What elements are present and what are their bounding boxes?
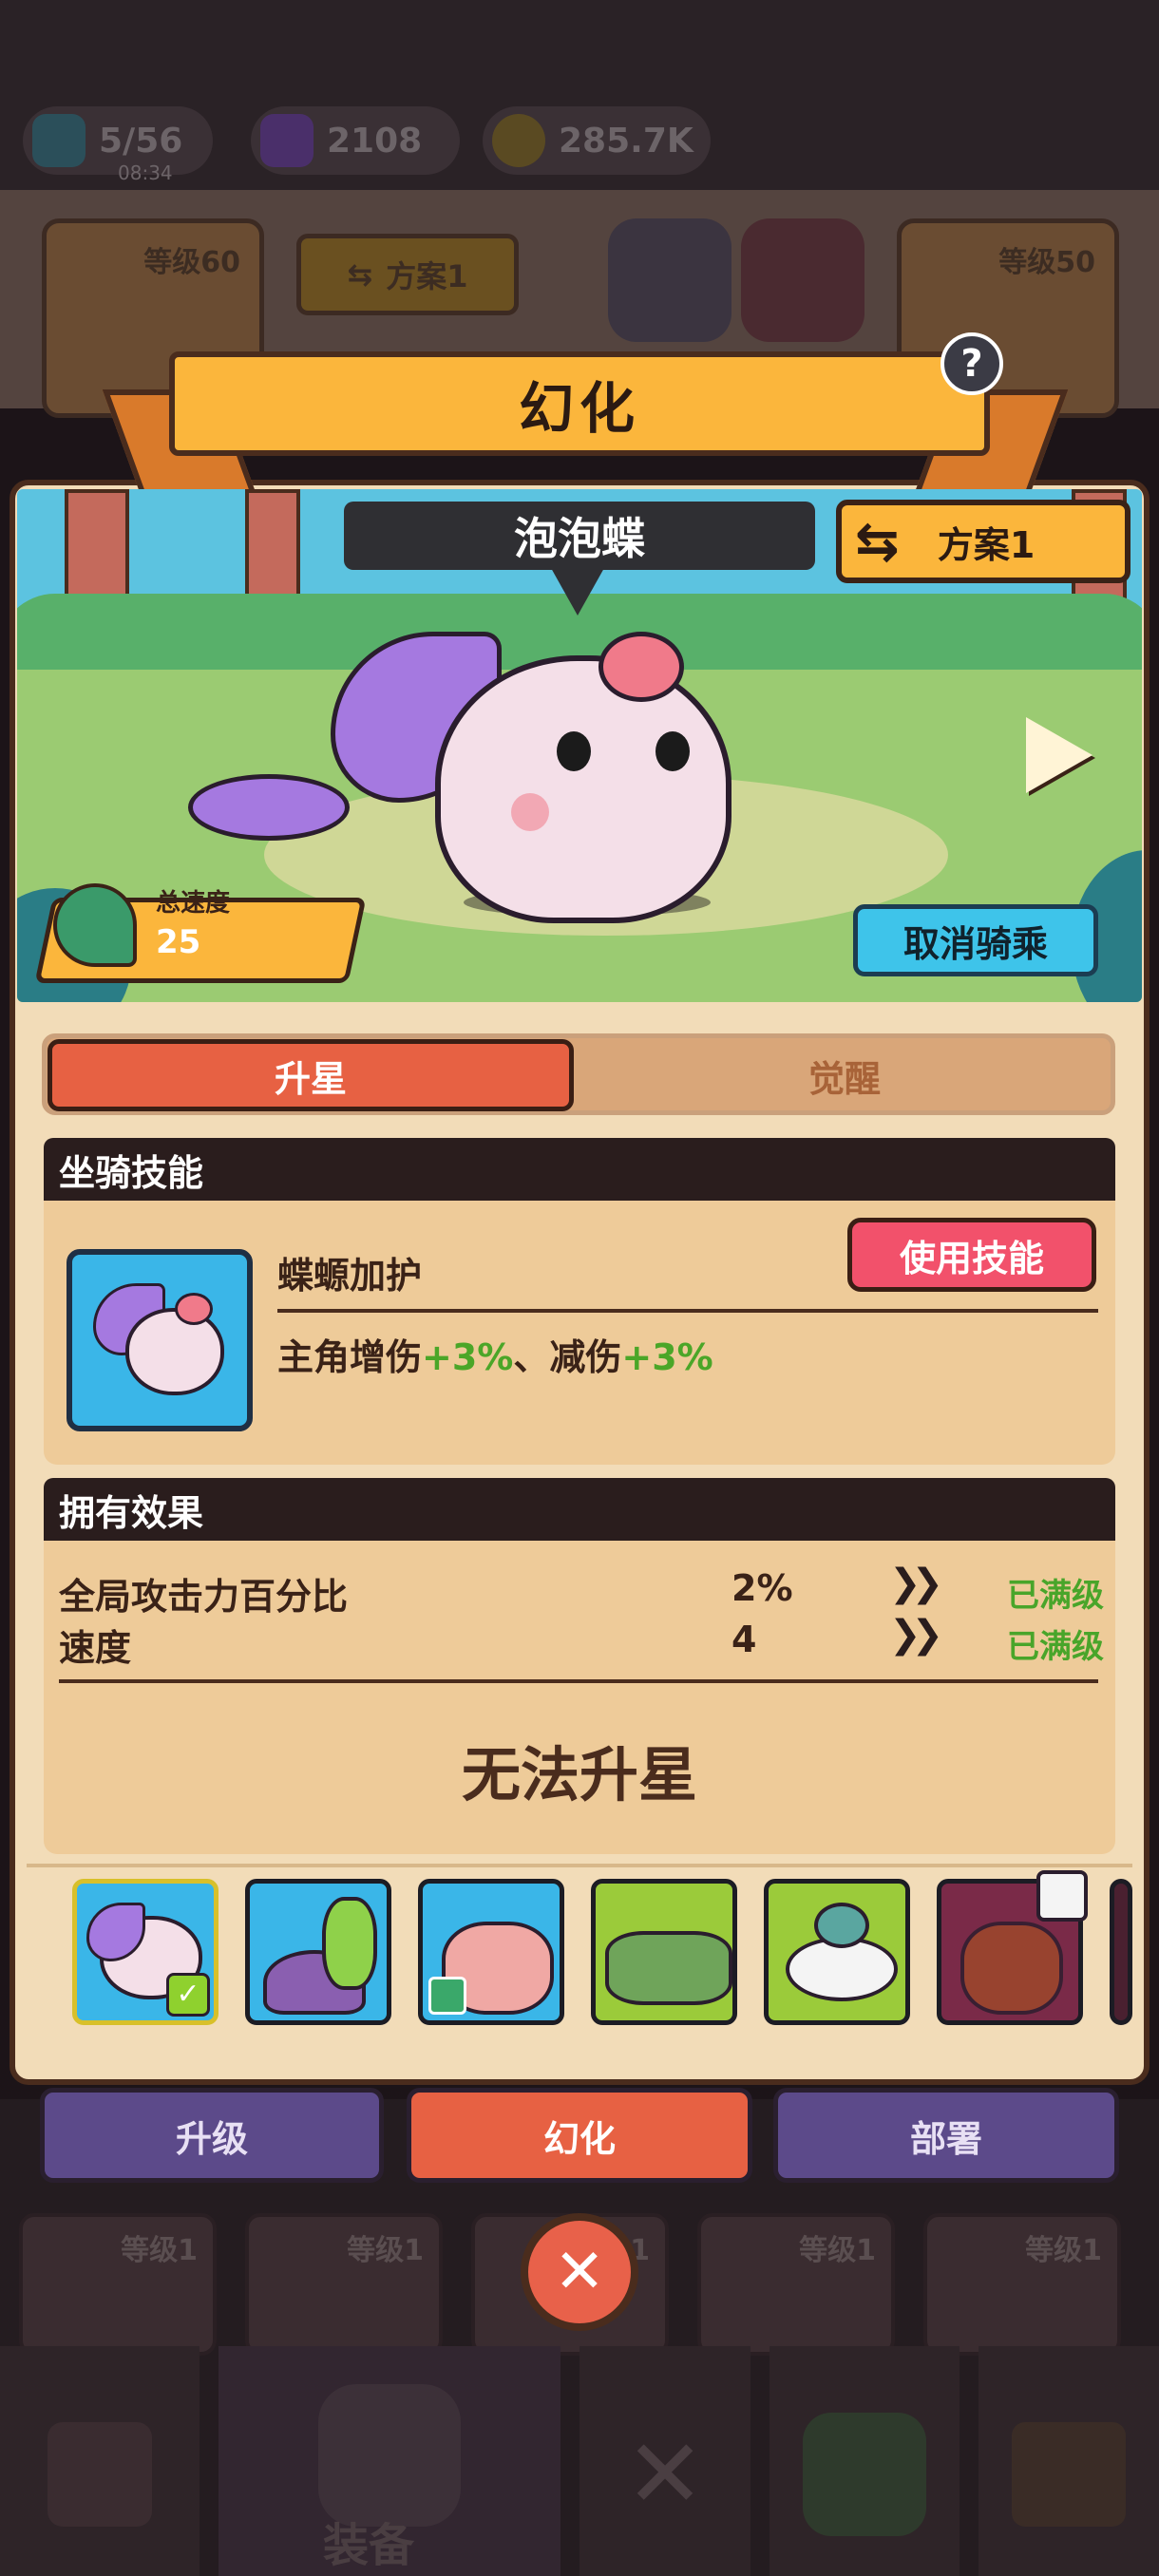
effect-name: 速度: [59, 1627, 132, 1669]
swap-icon: ⇆: [347, 256, 373, 293]
person-icon: [428, 1977, 466, 2015]
scheme-label: 方案1: [937, 523, 1036, 566]
skill-section-title: 坐骑技能: [44, 1138, 1115, 1201]
upgrade-arrow-icon: [803, 2413, 926, 2536]
nav-shop[interactable]: [0, 2346, 200, 2576]
effect-status: 已满级: [1007, 1628, 1104, 1666]
hero-avatar-1[interactable]: [608, 218, 732, 342]
double-chevron-icon: ❯❯: [889, 1613, 943, 1657]
hero-scheme-label: 方案1: [386, 258, 468, 294]
equipment-slot-4[interactable]: 等级1: [697, 2213, 895, 2356]
close-icon[interactable]: ✕: [521, 2213, 638, 2331]
mount-slot-crocodile[interactable]: [591, 1879, 737, 2025]
creature-tail: [188, 774, 350, 841]
shop-icon: [48, 2422, 152, 2527]
lock-icon: [1036, 1870, 1088, 1922]
swap-icon: ⇆: [855, 510, 900, 573]
effect-status: 已满级: [1007, 1577, 1104, 1615]
hero-avatar-2[interactable]: [741, 218, 864, 342]
equipment-slot-2[interactable]: 等级1: [245, 2213, 443, 2356]
stamina-timer: 08:34: [118, 161, 173, 184]
equipment-level: 等级1: [799, 2234, 876, 2267]
tab-transform[interactable]: 幻化: [407, 2088, 752, 2183]
mount-slot-partial[interactable]: [1110, 1879, 1132, 2025]
equipment-level: 等级1: [1025, 2234, 1102, 2267]
next-mount-arrow-icon[interactable]: [1026, 717, 1092, 793]
boot-icon: [53, 883, 137, 967]
gems-value: 2108: [327, 121, 423, 161]
creature-eye-right: [656, 731, 690, 771]
coin-icon: [492, 114, 545, 167]
name-pointer: [551, 568, 604, 616]
helmet-icon: [318, 2384, 461, 2527]
coins-counter[interactable]: 285.7K: [483, 106, 711, 175]
nav-equipment-label: 装备: [323, 2519, 415, 2572]
effect-name: 全局攻击力百分比: [59, 1576, 349, 1618]
skill-description: 主角增伤+3%、减伤+3%: [277, 1336, 713, 1378]
lightning-icon: [32, 114, 86, 167]
equipment-slot-5[interactable]: 等级1: [923, 2213, 1121, 2356]
scheme-button[interactable]: ⇆ 方案1: [836, 500, 1130, 583]
mount-slot-turtle[interactable]: [245, 1879, 391, 2025]
equipment-level: 等级1: [347, 2234, 424, 2267]
use-skill-button[interactable]: 使用技能: [847, 1218, 1096, 1292]
tab-deploy[interactable]: 部署: [773, 2088, 1119, 2183]
unmount-button[interactable]: 取消骑乘: [853, 904, 1098, 976]
creature-blush: [511, 793, 549, 831]
double-chevron-icon: ❯❯: [889, 1562, 943, 1605]
help-icon[interactable]: ?: [940, 332, 1003, 395]
dialog-title: 幻化: [169, 351, 990, 456]
stamina-value: 5/56: [99, 121, 183, 161]
mount-list-divider: [27, 1864, 1132, 1867]
effect-value: 2%: [732, 1567, 793, 1609]
effects-section-title: 拥有效果: [44, 1478, 1115, 1541]
creature-crest: [598, 632, 684, 702]
chest-icon: [1012, 2422, 1126, 2527]
tab-star-up[interactable]: 升星: [48, 1039, 574, 1111]
mount-slot-bubble-butterfly[interactable]: ✓: [72, 1879, 218, 2025]
equipment-level: 等级1: [121, 2234, 198, 2267]
effect-value: 4: [732, 1619, 757, 1660]
skill-divider: [277, 1309, 1098, 1313]
creature-eye-left: [557, 731, 591, 771]
crossed-swords-icon: ✕: [625, 2418, 705, 2529]
coins-value: 285.7K: [559, 121, 694, 161]
nav-battle[interactable]: ✕: [580, 2346, 750, 2576]
tab-upgrade[interactable]: 升级: [40, 2088, 384, 2183]
total-speed-value: 25: [156, 923, 201, 961]
armor-level: 等级50: [998, 246, 1095, 279]
gem-icon: [260, 114, 314, 167]
nav-chest[interactable]: [978, 2346, 1159, 2576]
equipment-slot-1[interactable]: 等级1: [19, 2213, 217, 2356]
total-speed-label: 总速度: [156, 889, 231, 918]
weapon-level: 等级60: [143, 246, 240, 279]
mount-slot-snail[interactable]: [764, 1879, 910, 2025]
mount-name: 泡泡蝶: [344, 502, 815, 570]
skill-icon: [66, 1249, 253, 1431]
nav-upgrade[interactable]: [770, 2346, 960, 2576]
hero-scheme-button[interactable]: ⇆ 方案1: [296, 234, 519, 315]
creature-body: [435, 655, 732, 923]
mount-slot-moose-locked[interactable]: [937, 1870, 1088, 2025]
skill-name: 蝶螈加护: [277, 1255, 423, 1297]
cannot-star-up-message: 无法升星: [461, 1740, 697, 1809]
gems-counter[interactable]: 2108: [251, 106, 460, 175]
mount-slot-pig[interactable]: [418, 1879, 564, 2025]
effects-divider: [59, 1679, 1098, 1683]
check-icon: ✓: [166, 1973, 210, 2017]
tab-awaken[interactable]: 觉醒: [580, 1039, 1110, 1111]
